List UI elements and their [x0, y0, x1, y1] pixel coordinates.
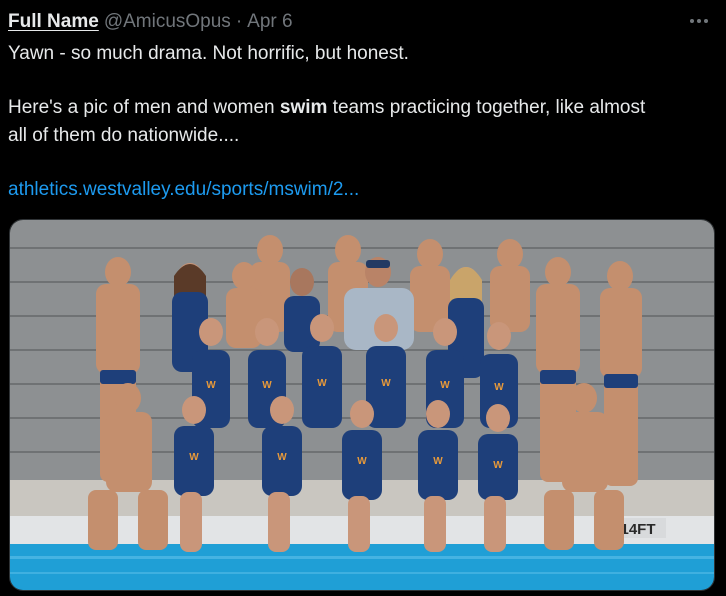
svg-text:W: W: [493, 460, 503, 471]
svg-text:W: W: [381, 378, 391, 389]
more-horizontal-icon[interactable]: [688, 13, 710, 29]
more-dot: [697, 19, 701, 23]
tweet-text-line-1: Yawn - so much drama. Not horrific, but …: [8, 43, 409, 64]
svg-text:W: W: [440, 380, 450, 391]
svg-text:W: W: [277, 452, 287, 463]
tweet-text-line-3: all of them do nationwide....: [8, 125, 240, 146]
tweet-photo[interactable]: 14FT W W W W W W W W W W W: [9, 219, 715, 591]
more-dot: [690, 19, 694, 23]
svg-text:W: W: [317, 378, 327, 389]
svg-text:W: W: [433, 456, 443, 467]
separator-dot: ·: [235, 11, 243, 32]
svg-text:W: W: [206, 380, 216, 391]
tweet-date[interactable]: Apr 6: [247, 11, 292, 33]
more-dot: [704, 19, 708, 23]
tweet-card: Full Name @AmicusOpus · Apr 6 Yawn - so …: [0, 0, 726, 596]
tweet-link[interactable]: athletics.westvalley.edu/sports/mswim/2.…: [8, 176, 720, 204]
depth-marker: 14FT: [620, 521, 655, 538]
tweet-header: Full Name @AmicusOpus · Apr 6: [8, 9, 716, 35]
bold-keyword: swim: [279, 97, 328, 118]
text-segment: teams practicing together, like almost: [327, 97, 646, 118]
team-photo-illustration: 14FT W W W W W W W W W W W: [10, 220, 714, 590]
svg-text:W: W: [494, 382, 504, 393]
text-segment: Here's a pic of men and women: [8, 97, 280, 118]
display-name[interactable]: Full Name: [8, 11, 99, 33]
svg-text:W: W: [189, 452, 199, 463]
tweet-text-line-2: Here's a pic of men and women swim teams…: [8, 94, 720, 122]
user-handle[interactable]: @AmicusOpus: [104, 11, 231, 33]
svg-text:W: W: [262, 380, 272, 391]
tweet-text: Yawn - so much drama. Not horrific, but …: [8, 40, 720, 204]
svg-text:W: W: [357, 456, 367, 467]
